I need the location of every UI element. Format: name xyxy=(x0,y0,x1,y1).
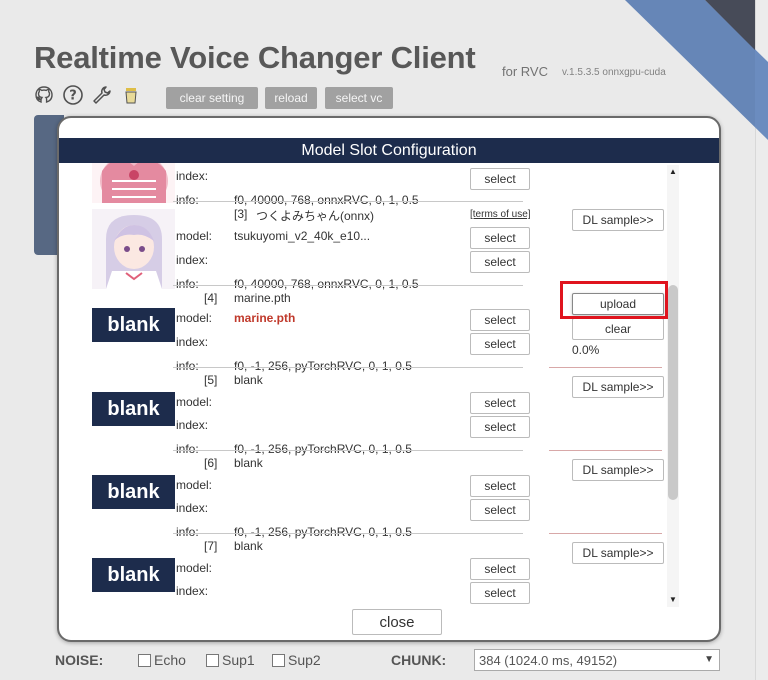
noise-label: NOISE: xyxy=(55,652,104,668)
slot-4-model-select-button[interactable]: select xyxy=(470,309,530,331)
sup1-checkbox[interactable]: Sup1 xyxy=(206,652,255,668)
slot-3-thumbnail xyxy=(92,209,175,289)
slot-4-info: f0, -1, 256, pyTorchRVC, 0, 1, 0.5 xyxy=(234,359,412,373)
slot-6-info-label: info: xyxy=(176,525,199,539)
slot-7-name: blank xyxy=(234,539,263,553)
slot-4-blank-thumbnail: blank xyxy=(92,308,175,342)
slot-7-blank-thumbnail: blank xyxy=(92,558,175,592)
slot-5-index-label: index: xyxy=(176,418,209,432)
slot-list-scrollbar[interactable]: ▲ ▼ xyxy=(667,165,679,607)
slot-6-dl-sample-button[interactable]: DL sample>> xyxy=(572,459,664,481)
checkbox-box[interactable] xyxy=(206,653,219,667)
slot-6-index-select-button[interactable]: select xyxy=(470,499,530,521)
slot-2-index-select-button[interactable]: select xyxy=(470,168,530,190)
chunk-label: CHUNK: xyxy=(391,652,447,668)
slot-2-info-label: info: xyxy=(176,193,199,207)
slot-4-id: [4] xyxy=(204,291,218,305)
divider xyxy=(549,533,662,534)
slot-5-dl-sample-button[interactable]: DL sample>> xyxy=(572,376,664,398)
sup2-label: Sup2 xyxy=(288,652,321,668)
slot-4-index-label: index: xyxy=(176,335,209,349)
slot-5-name: blank xyxy=(234,373,263,387)
slot-5-model-select-button[interactable]: select xyxy=(470,392,530,414)
slot-6-blank-thumbnail: blank xyxy=(92,475,175,509)
slot-3-dl-sample-button[interactable]: DL sample>> xyxy=(572,209,664,231)
chunk-select[interactable]: 384 (1024.0 ms, 49152) ▼ xyxy=(474,649,720,671)
slot-4-upload-progress: 0.0% xyxy=(572,343,600,357)
scroll-down-arrow-icon[interactable]: ▼ xyxy=(669,595,677,605)
slot-6-model-label: model: xyxy=(176,478,213,492)
divider xyxy=(549,450,662,451)
slot-7-id: [7] xyxy=(204,539,218,553)
slot-7-index-select-button[interactable]: select xyxy=(470,582,530,604)
checkbox-box[interactable] xyxy=(138,653,151,667)
slot-3-model: tsukuyomi_v2_40k_e10... xyxy=(234,229,371,243)
slot-6-name: blank xyxy=(234,456,263,470)
slot-5-model-label: model: xyxy=(176,395,213,409)
divider xyxy=(549,367,662,368)
chevron-down-icon: ▼ xyxy=(704,654,714,665)
terms-of-use-link[interactable]: [terms of use] xyxy=(470,209,531,220)
divider xyxy=(173,285,523,286)
slot-4-info-label: info: xyxy=(176,359,199,373)
sup1-label: Sup1 xyxy=(222,652,255,668)
slot-list: index: select info: f0, 40000, 768, onnx… xyxy=(59,163,719,608)
slot-2-index-label: index: xyxy=(176,169,209,183)
slot-3-model-label: model: xyxy=(176,229,213,243)
slot-3-info: f0, 40000, 768, onnxRVC, 0, 1, 0.5 xyxy=(234,277,419,291)
slot-3-model-select-button[interactable]: select xyxy=(470,227,530,249)
slot-3-info-label: info: xyxy=(176,277,199,291)
slot-6-info: f0, -1, 256, pyTorchRVC, 0, 1, 0.5 xyxy=(234,525,412,539)
slot-7-model-select-button[interactable]: select xyxy=(470,558,530,580)
sup2-checkbox[interactable]: Sup2 xyxy=(272,652,321,668)
chunk-value: 384 (1024.0 ms, 49152) xyxy=(479,652,618,668)
scroll-up-arrow-icon[interactable]: ▲ xyxy=(669,167,677,177)
slot-4-model: marine.pth xyxy=(234,311,296,325)
divider xyxy=(173,367,523,368)
slot-4-name: marine.pth xyxy=(234,291,291,305)
slot-7-index-label: index: xyxy=(176,584,209,598)
slot-4-clear-button[interactable]: clear xyxy=(572,318,664,340)
slot-5-blank-thumbnail: blank xyxy=(92,392,175,426)
divider xyxy=(173,450,523,451)
slot-3-name: つくよみちゃん(onnx) xyxy=(256,209,375,223)
slot-6-index-label: index: xyxy=(176,501,209,515)
slot-7-dl-sample-button[interactable]: DL sample>> xyxy=(572,542,664,564)
slot-3-index-select-button[interactable]: select xyxy=(470,251,530,273)
divider xyxy=(173,201,523,202)
upload-highlight-box xyxy=(560,281,668,319)
model-slot-dialog: Model Slot Configuration index: select i… xyxy=(57,116,721,642)
scroll-thumb[interactable] xyxy=(668,285,678,500)
slot-5-info-label: info: xyxy=(176,442,199,456)
slot-3-index-label: index: xyxy=(176,253,209,267)
echo-checkbox[interactable]: Echo xyxy=(138,652,186,668)
slot-2-info: f0, 40000, 768, onnxRVC, 0, 1, 0.5 xyxy=(234,193,419,207)
slot-4-index-select-button[interactable]: select xyxy=(470,333,530,355)
close-button[interactable]: close xyxy=(352,609,442,635)
divider xyxy=(173,533,523,534)
slot-6-model-select-button[interactable]: select xyxy=(470,475,530,497)
echo-label: Echo xyxy=(154,652,186,668)
slot-5-index-select-button[interactable]: select xyxy=(470,416,530,438)
slot-6-id: [6] xyxy=(204,456,218,470)
slot-5-info: f0, -1, 256, pyTorchRVC, 0, 1, 0.5 xyxy=(234,442,412,456)
dialog-title: Model Slot Configuration xyxy=(59,138,719,163)
checkbox-box[interactable] xyxy=(272,653,285,667)
slot-4-model-label: model: xyxy=(176,311,213,325)
slot-2-thumbnail xyxy=(92,163,175,203)
slot-7-model-label: model: xyxy=(176,561,213,575)
slot-5-id: [5] xyxy=(204,373,218,387)
